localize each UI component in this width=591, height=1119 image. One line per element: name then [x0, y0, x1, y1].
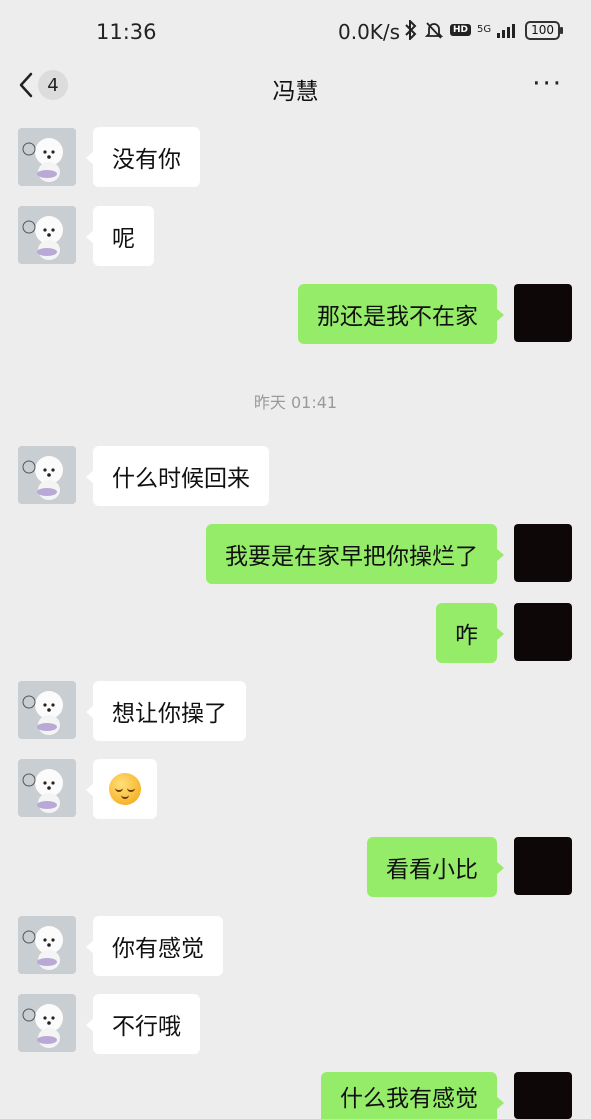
dog-avatar-icon — [18, 681, 76, 739]
dog-avatar-icon — [18, 206, 76, 264]
message-text: 看看小比 — [386, 857, 478, 883]
message-bubble-outgoing[interactable]: 什么我有感觉 — [321, 1072, 504, 1119]
status-bar: 11:36 0.0K/s HD 5G 100 — [0, 0, 591, 62]
message-bubble-outgoing[interactable]: 我要是在家早把你操烂了 — [206, 524, 504, 584]
message-text: 想让你操了 — [112, 701, 227, 727]
contact-avatar[interactable] — [18, 759, 76, 817]
contact-avatar[interactable] — [18, 994, 76, 1052]
dog-avatar-icon — [18, 994, 76, 1052]
message-timestamp: 昨天 01:41 — [253, 393, 338, 412]
status-time: 11:36 — [96, 20, 157, 44]
contact-avatar[interactable] — [18, 206, 76, 264]
message-bubble-incoming[interactable]: 呢 — [86, 206, 154, 266]
status-icons: HD 5G 100 — [404, 20, 563, 40]
message-text: 什么我有感觉 — [340, 1085, 478, 1112]
dog-avatar-icon — [18, 446, 76, 504]
message-bubble-incoming[interactable]: 不行哦 — [86, 994, 200, 1054]
message-text: 什么时候回来 — [112, 466, 250, 492]
chat-title: 冯慧 — [272, 79, 319, 105]
dog-avatar-icon — [18, 759, 76, 817]
signal-icon — [497, 22, 516, 38]
message-text: 咋 — [455, 623, 478, 649]
contact-avatar[interactable] — [18, 446, 76, 504]
contact-avatar[interactable] — [18, 128, 76, 186]
chat-header: 4 冯慧 ··· — [0, 62, 591, 120]
my-avatar[interactable] — [514, 603, 572, 661]
message-text: 没有你 — [112, 147, 181, 173]
battery-icon: 100 — [525, 20, 563, 40]
message-bubble-outgoing[interactable]: 那还是我不在家 — [298, 284, 504, 344]
hd-voice-icon: HD — [450, 24, 472, 36]
blushing-face-icon — [109, 773, 141, 805]
message-text: 呢 — [112, 226, 135, 252]
my-avatar[interactable] — [514, 837, 572, 895]
message-bubble-incoming[interactable]: 想让你操了 — [86, 681, 246, 741]
message-bubble-outgoing[interactable]: 看看小比 — [367, 837, 504, 897]
message-text: 我要是在家早把你操烂了 — [225, 544, 478, 570]
message-text: 你有感觉 — [112, 936, 204, 962]
bluetooth-icon — [404, 20, 418, 40]
my-avatar[interactable] — [514, 524, 572, 582]
dog-avatar-icon — [18, 916, 76, 974]
more-options-button[interactable]: ··· — [532, 71, 563, 97]
message-bubble-incoming[interactable]: 你有感觉 — [86, 916, 223, 976]
contact-avatar[interactable] — [18, 681, 76, 739]
message-bubble-incoming[interactable] — [86, 759, 157, 819]
mute-bell-icon — [424, 20, 444, 40]
network-type: 5G — [477, 24, 492, 35]
message-text: 那还是我不在家 — [317, 304, 478, 330]
message-bubble-incoming[interactable]: 没有你 — [86, 127, 200, 187]
network-speed: 0.0K/s — [338, 20, 401, 44]
my-avatar[interactable] — [514, 1072, 572, 1119]
message-text: 不行哦 — [112, 1014, 181, 1040]
message-bubble-outgoing[interactable]: 咋 — [436, 603, 504, 663]
contact-avatar[interactable] — [18, 916, 76, 974]
my-avatar[interactable] — [514, 284, 572, 342]
dog-avatar-icon — [18, 128, 76, 186]
message-bubble-incoming[interactable]: 什么时候回来 — [86, 446, 269, 506]
